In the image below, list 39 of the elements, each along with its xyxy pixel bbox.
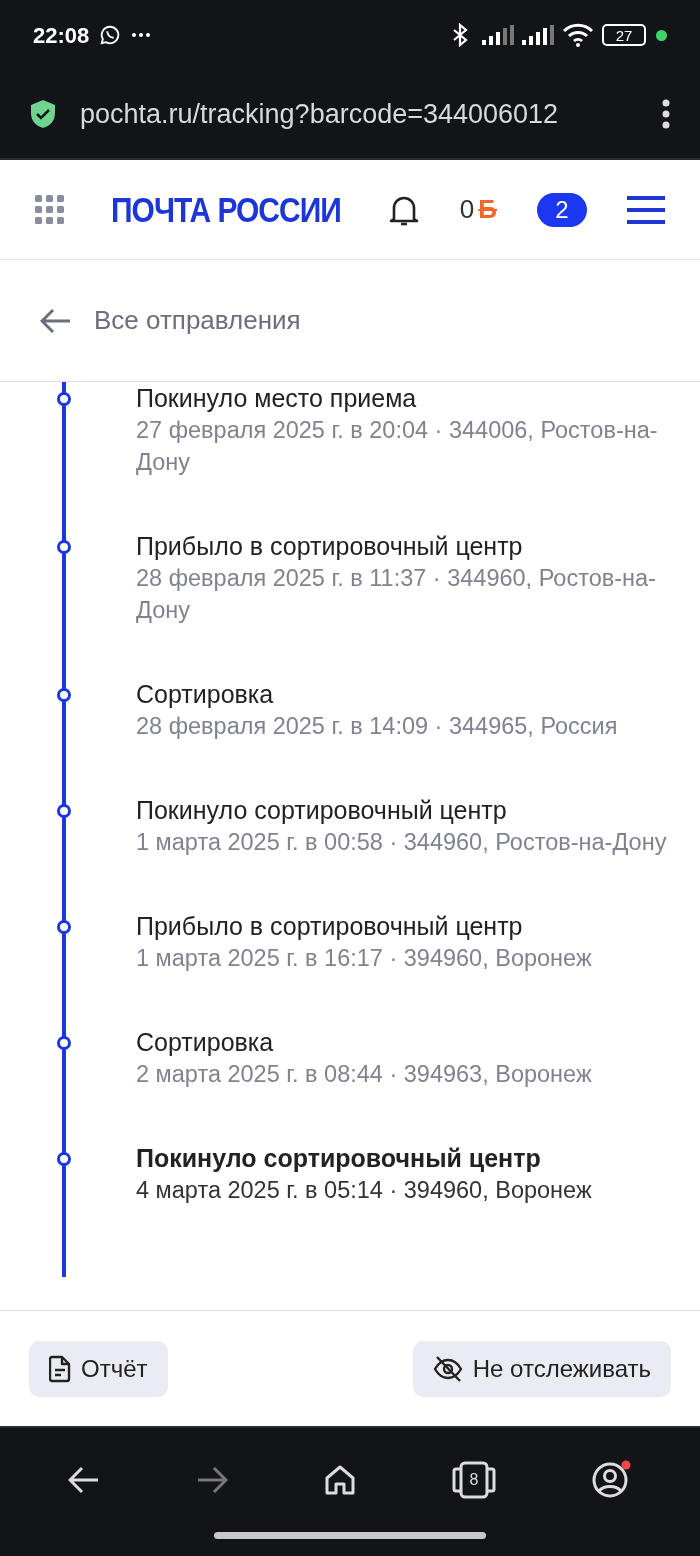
back-link[interactable]: Все отправления (40, 301, 301, 340)
menu-icon[interactable] (627, 193, 665, 226)
event-title: Сортировка (136, 679, 275, 710)
chat-app-icon (99, 24, 122, 46)
apps-grid-icon[interactable] (35, 194, 65, 225)
more-menu-icon[interactable] (662, 99, 670, 129)
event-title: Сортировка (136, 1027, 275, 1058)
event-details: 4 марта 2025 г. в 05:14 · 394960, Воронеж (136, 1176, 593, 1205)
event-details: 28 февраля 2025 г. в 14:09 · 344965, Россия (136, 712, 619, 741)
event-title: Прибыло в сортировочный центр (136, 911, 524, 942)
event-title: Покинуло место приема (136, 383, 418, 414)
eye-off-icon (432, 1355, 463, 1382)
signal-icon (482, 25, 514, 45)
untrack-button[interactable]: Не отслеживать (412, 1340, 671, 1397)
signal-icon (522, 25, 554, 45)
report-button[interactable]: Отчёт (29, 1340, 168, 1397)
event-details: 28 февраля 2025 г. в 11:37 · 344960, Ростов-на-Дону (136, 564, 657, 625)
event-details: 1 марта 2025 г. в 00:58 · 344960, Ростов-на-Дону (136, 828, 668, 857)
battery-indicator: 27 (602, 24, 646, 46)
event-title: Покинуло сортировочный центр (136, 1143, 542, 1174)
event-details: 1 марта 2025 г. в 16:17 · 394960, Воронеж (136, 944, 593, 973)
home-icon[interactable] (324, 1464, 356, 1496)
event-details: 2 марта 2025 г. в 08:44 · 394963, Воронеж (136, 1060, 593, 1089)
back-arrow-icon (40, 307, 72, 334)
secure-shield-icon[interactable] (30, 99, 56, 129)
cart-badge[interactable]: 2 (537, 192, 587, 227)
document-icon (49, 1354, 71, 1383)
more-notifications-icon (131, 32, 152, 38)
back-icon[interactable] (68, 1466, 100, 1494)
event-title: Покинуло сортировочный центр (136, 795, 508, 826)
active-dot-icon (656, 29, 667, 41)
clock: 22:08 (33, 21, 90, 50)
event-title: Прибыло в сортировочный центр (136, 531, 524, 562)
profile-icon[interactable] (592, 1460, 632, 1500)
forward-icon[interactable] (196, 1466, 228, 1494)
logo[interactable]: ПОЧТА РОССИИ (111, 183, 341, 236)
event-details: 27 февраля 2025 г. в 20:04 · 344006, Ростов-на-Дону (136, 416, 659, 477)
points-count[interactable]: 0 (459, 190, 475, 229)
wifi-icon (562, 23, 594, 47)
